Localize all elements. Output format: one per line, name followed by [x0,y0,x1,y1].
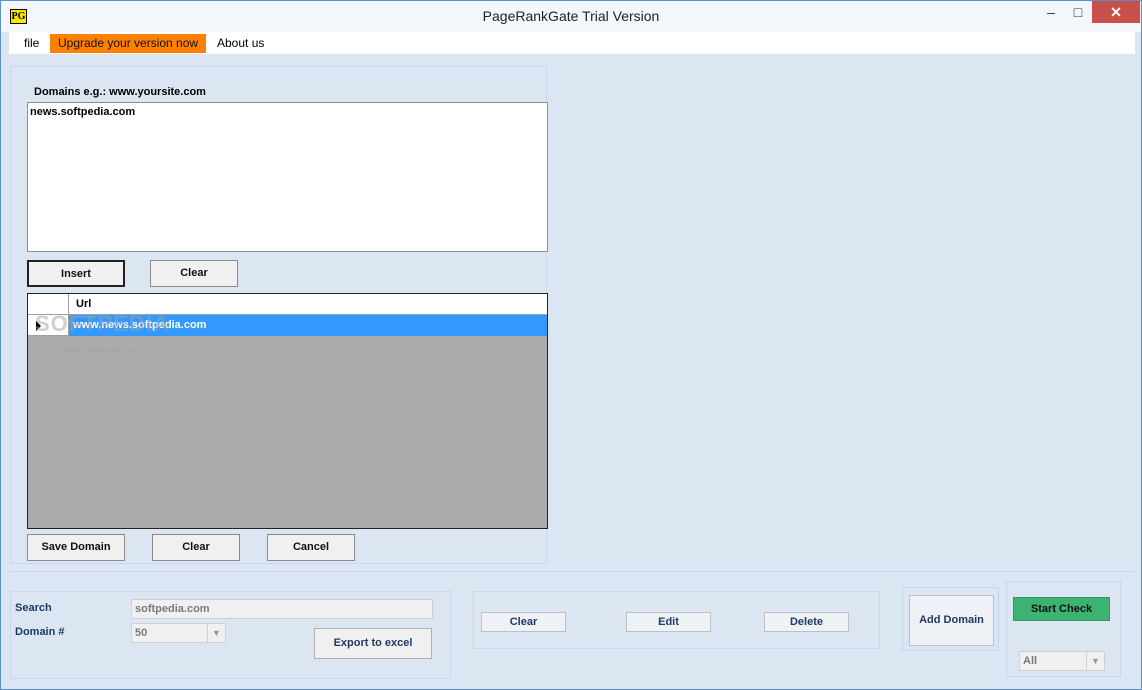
main-content: Domains e.g.: www.yoursite.com news.soft… [9,55,1135,683]
minimize-icon[interactable]: – [1038,1,1064,23]
search-label: Search [15,602,52,614]
domains-textarea[interactable]: news.softpedia.com [27,102,548,252]
clear-button[interactable]: Clear [481,612,566,632]
app-window: PG PageRankGate Trial Version – □ ✕ file… [0,0,1142,690]
save-domain-button[interactable]: Save Domain [27,534,125,561]
filter-value: All [1023,655,1038,667]
clear-domains-button[interactable]: Clear [150,260,238,287]
window-title: PageRankGate Trial Version [482,8,660,24]
filter-select[interactable]: All ▼ [1019,651,1105,671]
clear-list-button[interactable]: Clear [152,534,240,561]
start-check-button[interactable]: Start Check [1013,597,1110,621]
domain-number-select[interactable]: 50 ▼ [131,623,226,643]
add-domain-button[interactable]: Add Domain [909,595,994,646]
cancel-button[interactable]: Cancel [267,534,355,561]
domain-number-value: 50 [135,627,148,639]
maximize-icon[interactable]: □ [1065,1,1091,23]
delete-button[interactable]: Delete [764,612,849,632]
domains-label: Domains e.g.: www.yoursite.com [34,86,206,98]
export-to-excel-button[interactable]: Export to excel [314,628,432,659]
menu-about-us[interactable]: About us [209,34,272,53]
search-input[interactable]: softpedia.com [131,599,433,619]
chevron-down-icon[interactable]: ▼ [207,624,225,642]
menu-bar: file Upgrade your version now About us [9,32,1135,54]
domain-number-label: Domain # [15,626,65,638]
watermark-logo: SOFTPEDIA [35,311,170,336]
menu-upgrade[interactable]: Upgrade your version now [50,34,207,53]
chevron-down-icon[interactable]: ▼ [1086,652,1104,670]
close-icon[interactable]: ✕ [1092,1,1140,23]
insert-button[interactable]: Insert [27,260,125,287]
title-bar: PG PageRankGate Trial Version – □ ✕ [1,1,1141,32]
edit-button[interactable]: Edit [626,612,711,632]
menu-file[interactable]: file [16,34,47,53]
watermark-url: www.softpedia.com [63,345,141,355]
